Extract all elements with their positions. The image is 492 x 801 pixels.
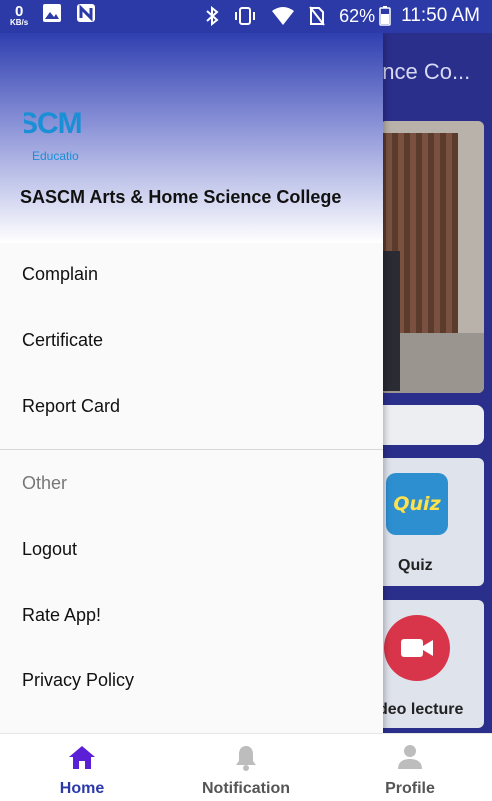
battery-icon: [379, 6, 391, 26]
no-sim-icon: [309, 6, 325, 26]
video-lecture-card-label: deo lecture: [378, 701, 464, 718]
status-bar: 0 KB/s 62% 11:50 AM: [0, 0, 492, 33]
menu-item-rate-app[interactable]: Rate App!: [22, 605, 101, 626]
navigation-drawer: SCM Educatio SASCM Arts & Home Science C…: [0, 33, 383, 733]
person-icon: [397, 744, 423, 775]
clock: 11:50 AM: [401, 5, 480, 26]
nav-profile[interactable]: Profile: [328, 734, 492, 801]
nav-home-label: Home: [59, 780, 105, 797]
network-speed-value: 0: [14, 3, 24, 20]
bottom-navigation: Home Notification Profile: [0, 733, 492, 801]
n-app-icon: [76, 3, 96, 28]
logo-text: SCM: [24, 107, 83, 140]
home-icon: [68, 744, 96, 775]
drawer-header: SCM Educatio SASCM Arts & Home Science C…: [0, 33, 383, 243]
nav-home[interactable]: Home: [0, 734, 164, 801]
menu-item-certificate[interactable]: Certificate: [22, 330, 103, 351]
gallery-icon: [42, 3, 62, 28]
network-speed: 0 KB/s: [10, 4, 28, 27]
quiz-icon: Quiz: [386, 473, 448, 535]
menu-item-logout[interactable]: Logout: [22, 539, 77, 560]
quiz-card-label: Quiz: [398, 557, 433, 574]
quiz-icon-text: Quiz: [393, 493, 441, 515]
college-name: SASCM Arts & Home Science College: [20, 187, 342, 207]
bluetooth-icon: [205, 6, 219, 26]
menu-item-report-card[interactable]: Report Card: [22, 396, 120, 417]
nav-notification[interactable]: Notification: [164, 734, 328, 801]
menu-divider: [0, 449, 383, 450]
video-camera-icon: [384, 615, 450, 681]
college-logo: SCM Educatio: [24, 107, 96, 167]
vibrate-icon: [233, 6, 257, 26]
logo-subtext: Educatio: [32, 149, 79, 163]
network-speed-unit: KB/s: [10, 18, 29, 27]
banner-pill[interactable]: [372, 405, 484, 445]
menu-item-complain[interactable]: Complain: [22, 264, 98, 285]
nav-profile-label: Profile: [385, 780, 435, 797]
wifi-icon: [271, 6, 295, 26]
college-photo: [380, 121, 484, 393]
bell-icon: [234, 744, 258, 777]
app-title: ence Co...: [370, 59, 471, 84]
section-title-other: Other: [22, 473, 68, 493]
nav-notification-label: Notification: [202, 780, 290, 797]
battery-percent: 62%: [339, 5, 376, 26]
menu-item-privacy-policy[interactable]: Privacy Policy: [22, 670, 134, 691]
